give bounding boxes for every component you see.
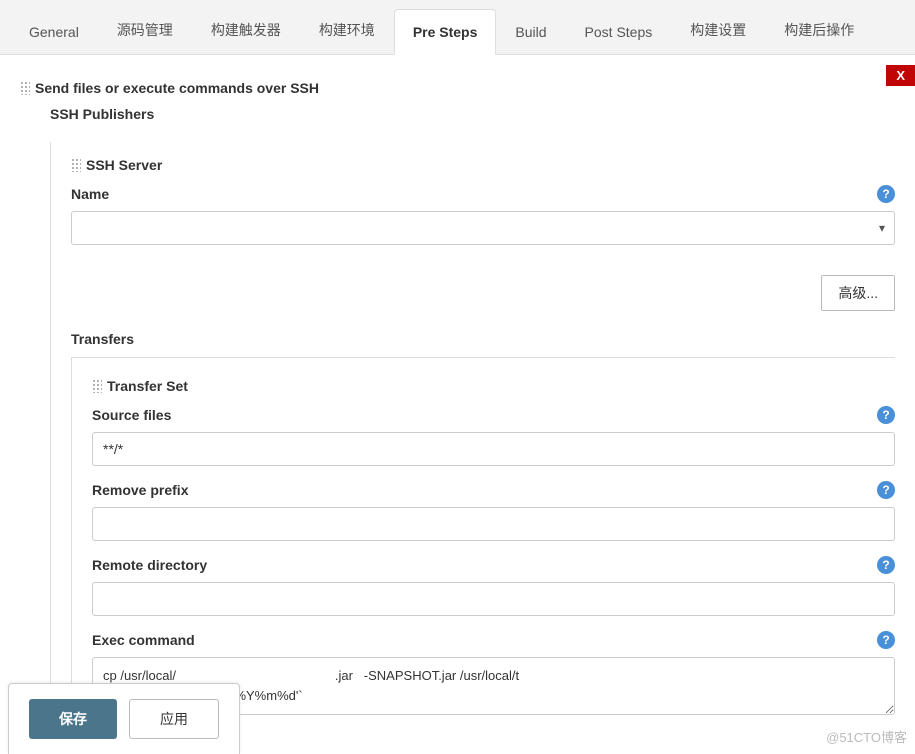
tab-postbuild[interactable]: 构建后操作 <box>765 5 873 54</box>
advanced-button[interactable]: 高级... <box>821 275 895 311</box>
grip-icon[interactable] <box>92 379 102 393</box>
apply-button[interactable]: 应用 <box>129 699 219 739</box>
remove-prefix-input[interactable] <box>92 507 895 541</box>
remote-directory-label: Remote directory <box>92 557 207 573</box>
help-icon[interactable]: ? <box>877 481 895 499</box>
tab-scm[interactable]: 源码管理 <box>98 5 192 54</box>
transfer-set-heading: Transfer Set <box>92 378 895 394</box>
name-label: Name <box>71 186 109 202</box>
tab-build[interactable]: Build <box>496 9 565 54</box>
save-bar: 保存 应用 <box>8 683 240 754</box>
delete-step-button[interactable]: X <box>886 65 915 86</box>
config-tabs: General 源码管理 构建触发器 构建环境 Pre Steps Build … <box>0 0 915 55</box>
grip-icon[interactable] <box>71 158 81 172</box>
help-icon[interactable]: ? <box>877 185 895 203</box>
help-icon[interactable]: ? <box>877 406 895 424</box>
tab-general[interactable]: General <box>10 9 98 54</box>
transfers-heading: Transfers <box>71 331 895 347</box>
grip-icon[interactable] <box>20 81 30 95</box>
remote-directory-input[interactable] <box>92 582 895 616</box>
step-title: Send files or execute commands over SSH <box>20 70 895 101</box>
transfer-set-block: Transfer Set Source files ? Remove prefi… <box>71 357 895 718</box>
ssh-server-name-select[interactable] <box>71 211 895 245</box>
tab-env[interactable]: 构建环境 <box>300 5 394 54</box>
ssh-server-heading-text: SSH Server <box>86 157 162 173</box>
help-icon[interactable]: ? <box>877 631 895 649</box>
watermark-text: @51CTO博客 <box>826 727 907 746</box>
tab-poststeps[interactable]: Post Steps <box>566 9 672 54</box>
ssh-server-heading: SSH Server <box>71 157 895 173</box>
source-files-input[interactable] <box>92 432 895 466</box>
exec-command-label: Exec command <box>92 632 195 648</box>
config-content: X Send files or execute commands over SS… <box>0 55 915 718</box>
save-button[interactable]: 保存 <box>29 699 117 739</box>
remove-prefix-label: Remove prefix <box>92 482 188 498</box>
source-files-label: Source files <box>92 407 171 423</box>
help-icon[interactable]: ? <box>877 556 895 574</box>
transfer-set-heading-text: Transfer Set <box>107 378 188 394</box>
tab-triggers[interactable]: 构建触发器 <box>192 5 300 54</box>
ssh-server-block: SSH Server Name ? 高级... Transfers <box>50 142 895 718</box>
tab-buildsettings[interactable]: 构建设置 <box>671 5 765 54</box>
publishers-label: SSH Publishers <box>20 101 895 137</box>
tab-presteps[interactable]: Pre Steps <box>394 9 497 55</box>
step-title-text: Send files or execute commands over SSH <box>35 80 319 96</box>
